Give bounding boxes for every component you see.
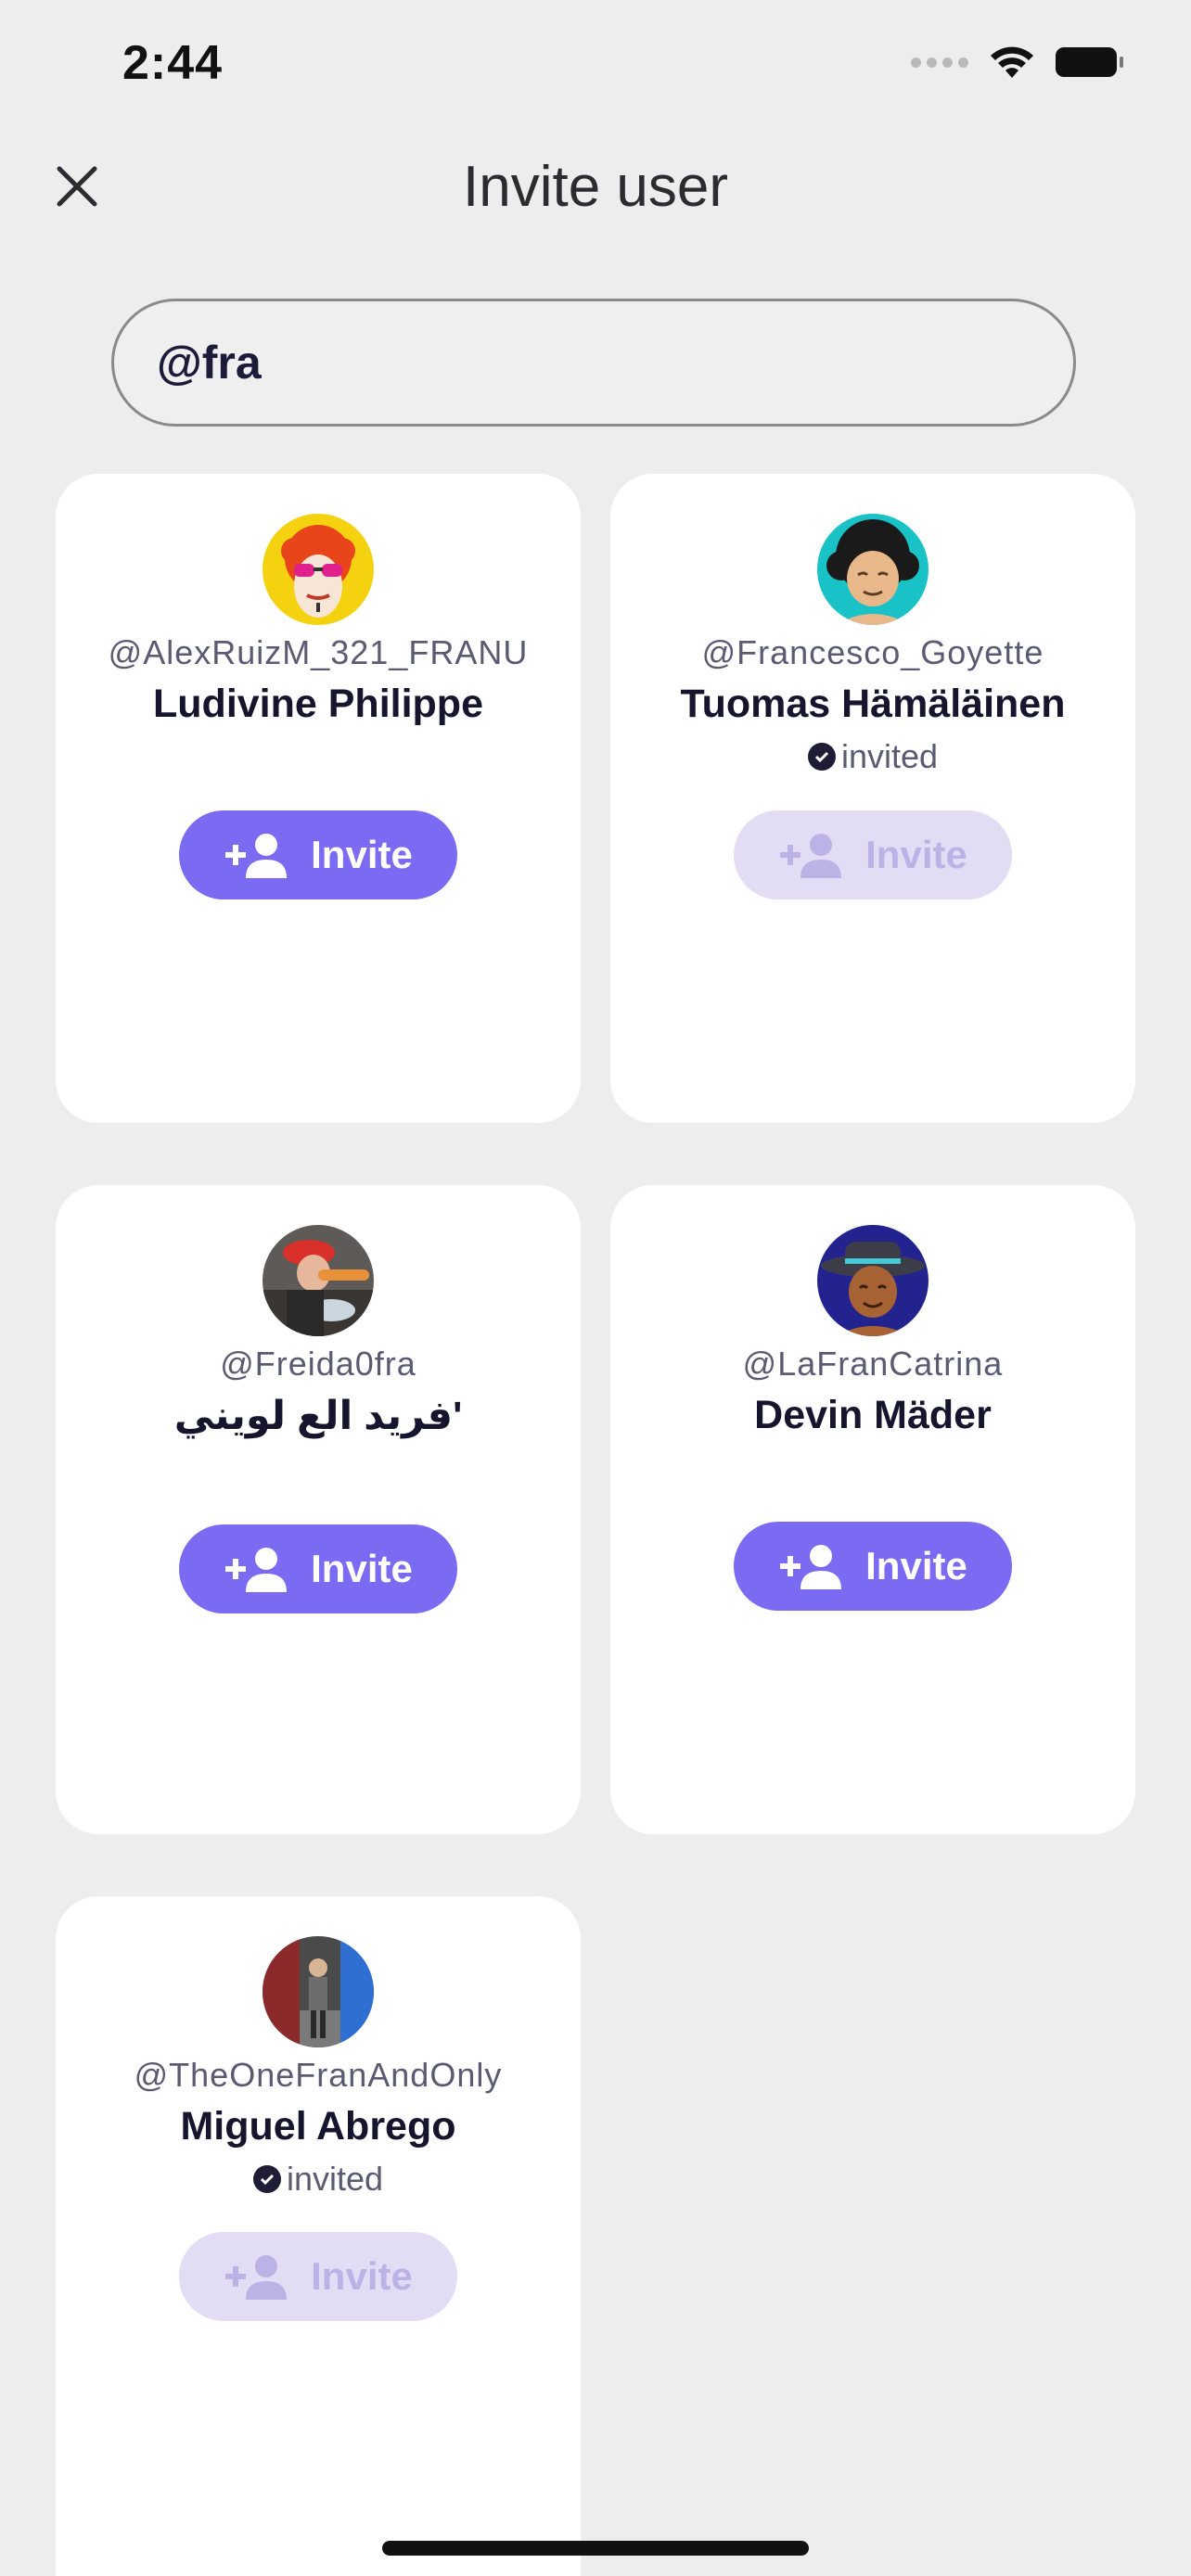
display-name: فريد الع لويني' xyxy=(173,1394,463,1438)
display-name: Devin Mäder xyxy=(754,1393,992,1437)
avatar xyxy=(263,1936,374,2047)
add-user-icon xyxy=(780,1545,842,1589)
user-card: @AlexRuizM_321_FRANU Ludivine Philippe I… xyxy=(56,474,581,1123)
invite-button[interactable]: Invite xyxy=(734,1522,1012,1611)
add-user-icon xyxy=(225,834,288,878)
add-user-icon xyxy=(225,1548,288,1592)
check-circle-icon xyxy=(252,2165,281,2193)
invite-button[interactable]: Invite xyxy=(179,2232,457,2321)
display-name: Tuomas Hämäläinen xyxy=(680,682,1066,726)
avatar xyxy=(817,1225,928,1336)
status-time: 2:44 xyxy=(122,36,224,90)
username: @TheOneFranAndOnly xyxy=(134,2056,503,2094)
status-bar: 2:44 xyxy=(0,0,1191,139)
invited-status: invited xyxy=(610,737,1135,776)
user-card: @TheOneFranAndOnly Miguel Abrego invited… xyxy=(56,1896,581,2576)
home-indicator[interactable] xyxy=(382,2541,809,2556)
username: @AlexRuizM_321_FRANU xyxy=(108,633,529,671)
status-icons xyxy=(911,45,1123,80)
invited-label: invited xyxy=(840,737,939,775)
invite-button[interactable]: Invite xyxy=(179,810,457,899)
invite-button[interactable]: Invite xyxy=(734,810,1012,899)
search-field[interactable] xyxy=(111,299,1076,427)
battery-icon xyxy=(1056,47,1123,77)
wifi-icon xyxy=(991,46,1033,78)
username: @Francesco_Goyette xyxy=(701,633,1044,671)
username: @Freida0fra xyxy=(220,1345,416,1383)
invite-button-label: Invite xyxy=(311,1547,413,1590)
check-circle-icon xyxy=(807,743,836,771)
cellular-signal-icon xyxy=(911,57,968,68)
user-card: @Freida0fra فريد الع لويني' Invite xyxy=(56,1185,581,1834)
nav-header: Invite user xyxy=(0,139,1191,241)
display-name: Ludivine Philippe xyxy=(153,682,483,726)
user-card: @LaFranCatrina Devin Mäder Invite xyxy=(610,1185,1135,1834)
invite-button[interactable]: Invite xyxy=(179,1524,457,1613)
page-title: Invite user xyxy=(462,155,729,219)
invite-button-label: Invite xyxy=(311,833,413,876)
avatar xyxy=(263,514,374,625)
search-input[interactable] xyxy=(155,335,993,390)
add-user-icon xyxy=(225,2255,288,2300)
user-card: @Francesco_Goyette Tuomas Hämäläinen inv… xyxy=(610,474,1135,1123)
avatar xyxy=(817,514,928,625)
invite-button-label: Invite xyxy=(311,2254,413,2298)
display-name: Miguel Abrego xyxy=(180,2104,456,2149)
add-user-icon xyxy=(780,834,842,878)
invited-status: invited xyxy=(56,2160,581,2199)
invited-label: invited xyxy=(286,2160,384,2198)
invite-button-label: Invite xyxy=(865,833,967,876)
avatar xyxy=(263,1225,374,1336)
invite-button-label: Invite xyxy=(865,1544,967,1588)
username: @LaFranCatrina xyxy=(742,1345,1004,1383)
